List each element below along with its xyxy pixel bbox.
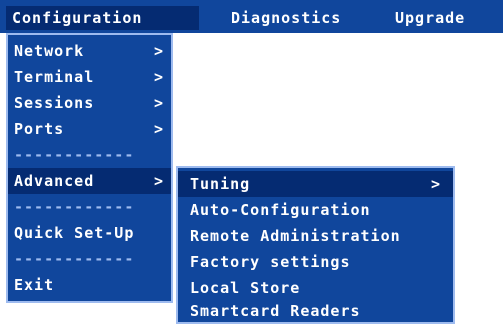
menu-item-network-label: Network — [14, 42, 85, 60]
menubar-upgrade-label: Upgrade — [395, 9, 466, 27]
menu-item-factory-settings[interactable]: Factory settings — [178, 249, 453, 275]
menu-item-terminal-label: Terminal — [14, 68, 95, 86]
menu-item-smartcard-readers-label: Smartcard Readers — [190, 302, 361, 320]
menu-separator: ------------ — [14, 250, 135, 268]
chevron-right-icon: > — [431, 175, 442, 193]
menu-item-tuning-label: Tuning — [190, 175, 251, 193]
menu-item-smartcard-readers[interactable]: Smartcard Readers — [178, 298, 453, 324]
menu-item-sessions-label: Sessions — [14, 94, 95, 112]
chevron-right-icon: > — [154, 94, 165, 112]
menu-separator: ------------ — [14, 146, 135, 164]
menu-bar: Configuration Diagnostics Upgrade — [0, 0, 503, 33]
chevron-right-icon: > — [154, 120, 165, 138]
menubar-configuration[interactable]: Configuration — [6, 6, 199, 30]
menu-item-factory-settings-label: Factory settings — [190, 253, 351, 271]
menu-item-exit-label: Exit — [14, 276, 55, 294]
menubar-configuration-label: Configuration — [12, 9, 143, 27]
menu-item-quick-setup[interactable]: Quick Set-Up — [8, 220, 171, 246]
menubar-diagnostics[interactable]: Diagnostics — [225, 6, 347, 30]
menubar-diagnostics-label: Diagnostics — [231, 9, 342, 27]
menu-item-sessions[interactable]: Sessions > — [8, 90, 171, 116]
menu-item-quick-setup-label: Quick Set-Up — [14, 224, 135, 242]
chevron-right-icon: > — [154, 42, 165, 60]
menu-item-ports[interactable]: Ports > — [8, 116, 171, 142]
menu-item-advanced[interactable]: Advanced > — [8, 168, 171, 194]
menubar-upgrade[interactable]: Upgrade — [389, 6, 471, 30]
menu-item-ports-label: Ports — [14, 120, 65, 138]
advanced-submenu: Tuning > Auto-Configuration Remote Admin… — [176, 166, 455, 324]
menu-item-remote-administration[interactable]: Remote Administration — [178, 223, 453, 249]
menu-item-auto-configuration[interactable]: Auto-Configuration — [178, 197, 453, 223]
menu-separator: ------------ — [14, 198, 135, 216]
menu-item-tuning[interactable]: Tuning > — [178, 171, 453, 197]
menu-item-auto-configuration-label: Auto-Configuration — [190, 201, 371, 219]
menu-item-exit[interactable]: Exit — [8, 272, 171, 298]
menu-item-terminal[interactable]: Terminal > — [8, 64, 171, 90]
menu-item-network[interactable]: Network > — [8, 38, 171, 64]
configuration-menu: Network > Terminal > Sessions > Ports > … — [6, 33, 173, 303]
chevron-right-icon: > — [154, 68, 165, 86]
chevron-right-icon: > — [154, 172, 165, 190]
menu-item-advanced-label: Advanced — [14, 172, 95, 190]
menu-item-remote-administration-label: Remote Administration — [190, 227, 401, 245]
